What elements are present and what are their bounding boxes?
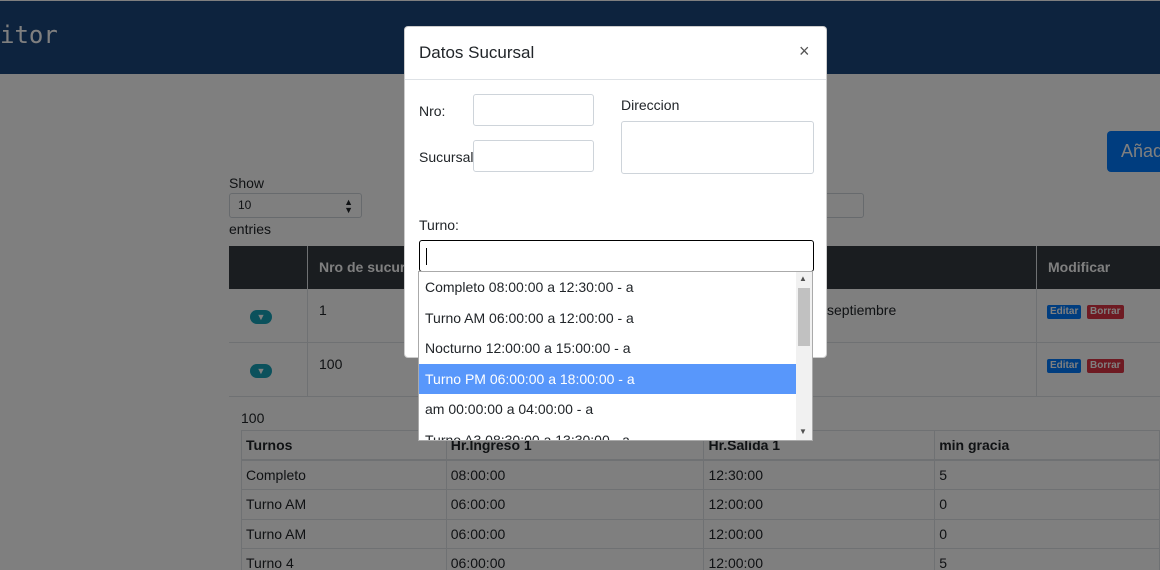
dropdown-option-highlighted[interactable]: Turno PM 06:00:00 a 18:00:00 - a [419,363,796,394]
dropdown-scrollbar[interactable]: ▲ ▼ [796,272,812,440]
dropdown-option[interactable]: am 00:00:00 a 04:00:00 - a [419,394,796,425]
turno-label: Turno: [419,217,459,233]
dropdown-option[interactable]: Nocturno 12:00:00 a 15:00:00 - a [419,333,796,364]
dropdown-option[interactable]: Completo 08:00:00 a 12:30:00 - a [419,272,796,303]
scroll-up-icon[interactable]: ▲ [799,274,807,283]
turno-dropdown[interactable]: Completo 08:00:00 a 12:30:00 - a Turno A… [418,271,813,441]
nro-input[interactable] [473,94,594,126]
dropdown-option[interactable]: Turno AM 06:00:00 a 12:00:00 - a [419,303,796,334]
modal-title: Datos Sucursal [419,43,535,62]
dropdown-option[interactable]: Turno A3 08:30:00 a 13:30:00 - a [419,425,796,441]
sucursal-input[interactable] [473,140,594,172]
scroll-down-icon[interactable]: ▼ [799,427,807,436]
direccion-textarea[interactable] [621,121,814,174]
text-cursor [426,248,427,265]
nro-label: Nro: [419,103,446,119]
direccion-label: Direccion [621,97,680,113]
sucursal-label: Sucursal: [419,149,478,165]
scrollbar-thumb[interactable] [798,288,810,346]
close-icon[interactable]: × [799,41,810,62]
turno-search-input[interactable] [419,240,814,272]
modal-header-divider [405,79,826,80]
